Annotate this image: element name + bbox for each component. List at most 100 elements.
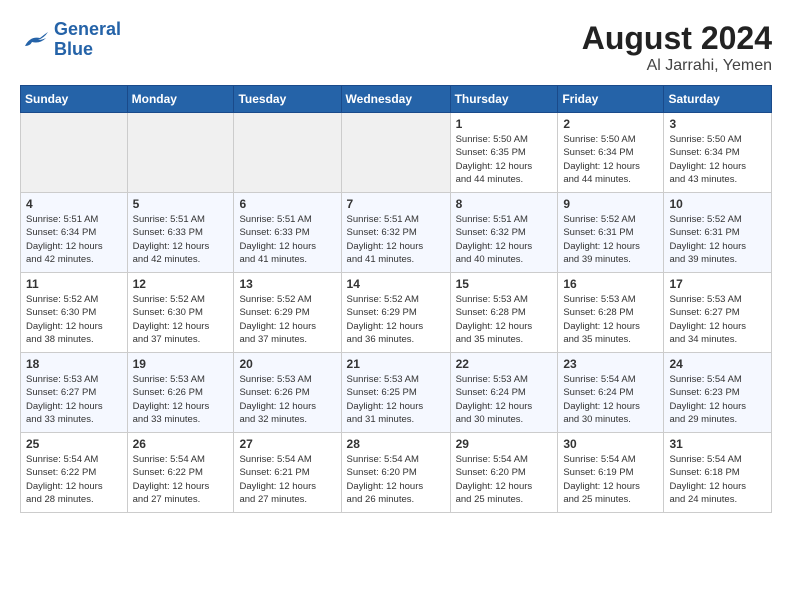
day-cell-23: 20Sunrise: 5:53 AM Sunset: 6:26 PM Dayli… (234, 353, 341, 433)
day-info: Sunrise: 5:53 AM Sunset: 6:27 PM Dayligh… (669, 293, 766, 346)
day-cell-18: 15 Sunrise: 5:53 AM Sunset: 6:28 PM Dayli… (450, 273, 558, 353)
day-cell-5: 2 Sunrise: 5:50 AM Sunset: 6:34 PM Daylig… (558, 113, 664, 193)
day-number: 25 (26, 437, 122, 451)
calendar-table: SundayMondayTuesdayWednesdayThursdayFrid… (20, 85, 772, 513)
day-cell-7: 4 Sunrise: 5:51 AM Sunset: 6:34 PM Daylig… (21, 193, 128, 273)
day-info: Sunrise: 5:54 AM Sunset: 6:24 PM Dayligh… (563, 373, 658, 426)
day-info: Sunrise: 5:52 AM Sunset: 6:29 PM Dayligh… (347, 293, 445, 346)
day-cell-33: 30Sunrise: 5:54 AM Sunset: 6:19 PM Dayli… (558, 433, 664, 513)
day-number: 28 (347, 437, 445, 451)
day-number: 24 (669, 357, 766, 371)
week-row-2: 4 Sunrise: 5:51 AM Sunset: 6:34 PM Daylig… (21, 193, 772, 273)
col-header-monday: Monday (127, 86, 234, 113)
week-row-1: 1 Sunrise: 5:50 AM Sunset: 6:35 PM Daylig… (21, 113, 772, 193)
day-cell-30: 27 Sunrise: 5:54 AM Sunset: 6:21 PM Dayli… (234, 433, 341, 513)
day-number: 1 (456, 117, 553, 131)
day-cell-1 (127, 113, 234, 193)
day-cell-9: 6 Sunrise: 5:51 AM Sunset: 6:33 PM Daylig… (234, 193, 341, 273)
month-year-title: August 2024 (582, 20, 772, 57)
col-header-tuesday: Tuesday (234, 86, 341, 113)
day-number: 21 (347, 357, 445, 371)
day-info: Sunrise: 5:50 AM Sunset: 6:35 PM Dayligh… (456, 133, 553, 186)
day-number: 18 (26, 357, 122, 371)
col-header-sunday: Sunday (21, 86, 128, 113)
day-info: Sunrise: 5:53 AM Sunset: 6:24 PM Dayligh… (456, 373, 553, 426)
day-number: 10 (669, 197, 766, 211)
day-info: Sunrise: 5:53 AM Sunset: 6:26 PM Dayligh… (239, 373, 335, 426)
day-cell-17: 14 Sunrise: 5:52 AM Sunset: 6:29 PM Dayli… (341, 273, 450, 353)
day-number: 31 (669, 437, 766, 451)
day-info: Sunrise: 5:54 AM Sunset: 6:20 PM Dayligh… (456, 453, 553, 506)
day-number: 13 (239, 277, 335, 291)
day-info: Sunrise: 5:51 AM Sunset: 6:33 PM Dayligh… (133, 213, 229, 266)
header-row: SundayMondayTuesdayWednesdayThursdayFrid… (21, 86, 772, 113)
day-number: 9 (563, 197, 658, 211)
day-cell-10: 7 Sunrise: 5:51 AM Sunset: 6:32 PM Daylig… (341, 193, 450, 273)
day-info: Sunrise: 5:52 AM Sunset: 6:30 PM Dayligh… (26, 293, 122, 346)
day-info: Sunrise: 5:52 AM Sunset: 6:29 PM Dayligh… (239, 293, 335, 346)
day-number: 26 (133, 437, 229, 451)
day-cell-22: 19 Sunrise: 5:53 AM Sunset: 6:26 PM Dayli… (127, 353, 234, 433)
day-number: 6 (239, 197, 335, 211)
week-row-3: 11 Sunrise: 5:52 AM Sunset: 6:30 PM Dayli… (21, 273, 772, 353)
day-cell-4: 1 Sunrise: 5:50 AM Sunset: 6:35 PM Daylig… (450, 113, 558, 193)
day-number: 17 (669, 277, 766, 291)
day-info: Sunrise: 5:53 AM Sunset: 6:27 PM Dayligh… (26, 373, 122, 426)
day-cell-11: 8 Sunrise: 5:51 AM Sunset: 6:32 PM Daylig… (450, 193, 558, 273)
day-info: Sunrise: 5:52 AM Sunset: 6:31 PM Dayligh… (669, 213, 766, 266)
day-info: Sunrise: 5:50 AM Sunset: 6:34 PM Dayligh… (669, 133, 766, 186)
day-number: 29 (456, 437, 553, 451)
day-info: Sunrise: 5:51 AM Sunset: 6:32 PM Dayligh… (347, 213, 445, 266)
logo: General Blue (20, 20, 121, 60)
day-info: Sunrise: 5:52 AM Sunset: 6:30 PM Dayligh… (133, 293, 229, 346)
day-number: 16 (563, 277, 658, 291)
day-cell-0 (21, 113, 128, 193)
day-info: Sunrise: 5:50 AM Sunset: 6:34 PM Dayligh… (563, 133, 658, 186)
day-info: Sunrise: 5:51 AM Sunset: 6:33 PM Dayligh… (239, 213, 335, 266)
day-cell-14: 11 Sunrise: 5:52 AM Sunset: 6:30 PM Dayli… (21, 273, 128, 353)
day-info: Sunrise: 5:54 AM Sunset: 6:21 PM Dayligh… (239, 453, 335, 506)
day-number: 2 (563, 117, 658, 131)
day-info: Sunrise: 5:53 AM Sunset: 6:28 PM Dayligh… (456, 293, 553, 346)
week-row-5: 25 Sunrise: 5:54 AM Sunset: 6:22 PM Dayli… (21, 433, 772, 513)
title-block: August 2024 Al Jarrahi, Yemen (582, 20, 772, 75)
day-number: 12 (133, 277, 229, 291)
day-cell-26: 23 Sunrise: 5:54 AM Sunset: 6:24 PM Dayli… (558, 353, 664, 433)
day-cell-16: 13 Sunrise: 5:52 AM Sunset: 6:29 PM Dayli… (234, 273, 341, 353)
col-header-friday: Friday (558, 86, 664, 113)
day-number: 8 (456, 197, 553, 211)
day-number: 23 (563, 357, 658, 371)
col-header-thursday: Thursday (450, 86, 558, 113)
day-info: Sunrise: 5:51 AM Sunset: 6:34 PM Dayligh… (26, 213, 122, 266)
col-header-wednesday: Wednesday (341, 86, 450, 113)
day-cell-27: 24 Sunrise: 5:54 AM Sunset: 6:23 PM Dayli… (664, 353, 772, 433)
day-number: 3 (669, 117, 766, 131)
logo-text: General Blue (54, 20, 121, 60)
day-info: Sunrise: 5:51 AM Sunset: 6:32 PM Dayligh… (456, 213, 553, 266)
day-info: Sunrise: 5:53 AM Sunset: 6:25 PM Dayligh… (347, 373, 445, 426)
day-number: 19 (133, 357, 229, 371)
day-info: Sunrise: 5:54 AM Sunset: 6:23 PM Dayligh… (669, 373, 766, 426)
day-number: 14 (347, 277, 445, 291)
day-cell-2 (234, 113, 341, 193)
day-cell-25: 22Sunrise: 5:53 AM Sunset: 6:24 PM Dayli… (450, 353, 558, 433)
day-cell-21: 18 Sunrise: 5:53 AM Sunset: 6:27 PM Dayli… (21, 353, 128, 433)
day-info: Sunrise: 5:54 AM Sunset: 6:20 PM Dayligh… (347, 453, 445, 506)
day-info: Sunrise: 5:53 AM Sunset: 6:28 PM Dayligh… (563, 293, 658, 346)
day-cell-24: 21 Sunrise: 5:53 AM Sunset: 6:25 PM Dayli… (341, 353, 450, 433)
day-info: Sunrise: 5:54 AM Sunset: 6:18 PM Dayligh… (669, 453, 766, 506)
day-cell-20: 17 Sunrise: 5:53 AM Sunset: 6:27 PM Dayli… (664, 273, 772, 353)
day-number: 11 (26, 277, 122, 291)
day-number: 7 (347, 197, 445, 211)
day-info: Sunrise: 5:53 AM Sunset: 6:26 PM Dayligh… (133, 373, 229, 426)
day-number: 4 (26, 197, 122, 211)
page-header: General Blue August 2024 Al Jarrahi, Yem… (20, 20, 772, 75)
day-number: 27 (239, 437, 335, 451)
day-cell-28: 25 Sunrise: 5:54 AM Sunset: 6:22 PM Dayli… (21, 433, 128, 513)
week-row-4: 18 Sunrise: 5:53 AM Sunset: 6:27 PM Dayli… (21, 353, 772, 433)
day-info: Sunrise: 5:54 AM Sunset: 6:22 PM Dayligh… (26, 453, 122, 506)
location-subtitle: Al Jarrahi, Yemen (582, 57, 772, 75)
day-cell-13: 10 Sunrise: 5:52 AM Sunset: 6:31 PM Dayli… (664, 193, 772, 273)
day-number: 15 (456, 277, 553, 291)
day-cell-29: 26Sunrise: 5:54 AM Sunset: 6:22 PM Dayli… (127, 433, 234, 513)
